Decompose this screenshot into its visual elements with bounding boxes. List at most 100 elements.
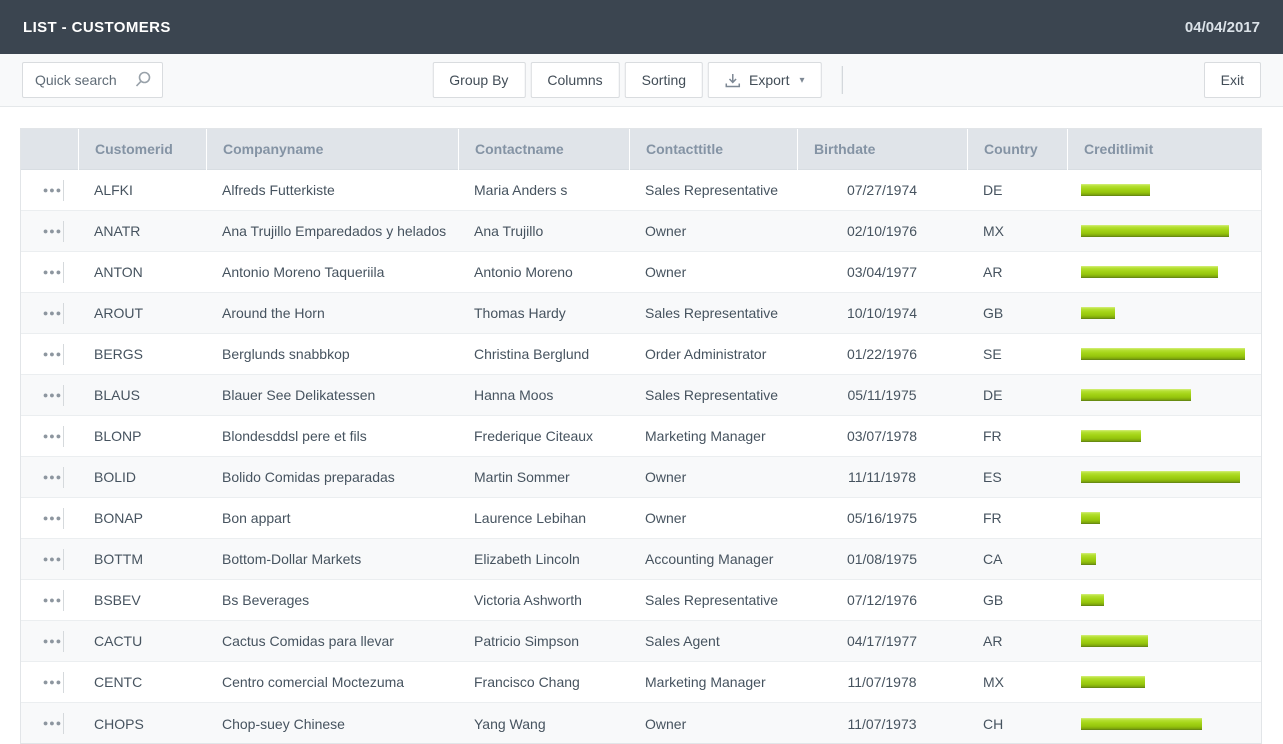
table-row[interactable]: ●●● BSBEV Bs Beverages Victoria Ashworth…	[21, 580, 1261, 621]
row-menu-icon[interactable]: ●●●	[39, 508, 66, 529]
cell-customerid: AROUT	[78, 305, 206, 321]
cell-companyname: Centro comercial Moctezuma	[206, 674, 458, 690]
credit-limit-bar	[1081, 389, 1191, 401]
row-menu-icon[interactable]: ●●●	[39, 303, 66, 324]
cell-country: SE	[967, 346, 1067, 362]
table-row[interactable]: ●●● CACTU Cactus Comidas para llevar Pat…	[21, 621, 1261, 662]
cell-contactname: Ana Trujillo	[458, 223, 629, 239]
table-row[interactable]: ●●● CHOPS Chop-suey Chinese Yang Wang Ow…	[21, 703, 1261, 744]
cell-contacttitle: Owner	[629, 223, 797, 239]
row-menu-cell: ●●●	[21, 252, 78, 292]
group-by-button[interactable]: Group By	[432, 62, 525, 98]
cell-contacttitle: Sales Representative	[629, 305, 797, 321]
row-menu-icon[interactable]: ●●●	[39, 549, 66, 570]
row-menu-icon[interactable]: ●●●	[39, 344, 66, 365]
row-menu-icon[interactable]: ●●●	[39, 385, 66, 406]
table-row[interactable]: ●●● BOTTM Bottom-Dollar Markets Elizabet…	[21, 539, 1261, 580]
table-row[interactable]: ●●● CENTC Centro comercial Moctezuma Fra…	[21, 662, 1261, 703]
cell-contactname: Antonio Moreno	[458, 264, 629, 280]
table-body: ●●● ALFKI Alfreds Futterkiste Maria Ande…	[21, 170, 1261, 744]
column-header-companyname[interactable]: Companyname	[206, 129, 458, 170]
column-header-contactname[interactable]: Contactname	[458, 129, 629, 170]
cell-contacttitle: Accounting Manager	[629, 551, 797, 567]
cell-companyname: Blauer See Delikatessen	[206, 387, 458, 403]
table-row[interactable]: ●●● ANATR Ana Trujillo Emparedados y hel…	[21, 211, 1261, 252]
toolbar-divider	[842, 66, 843, 94]
table-row[interactable]: ●●● ALFKI Alfreds Futterkiste Maria Ande…	[21, 170, 1261, 211]
columns-label: Columns	[547, 72, 602, 88]
column-header-creditlimit[interactable]: Creditlimit	[1067, 129, 1261, 170]
row-menu-icon[interactable]: ●●●	[39, 221, 66, 242]
cell-contacttitle: Owner	[629, 264, 797, 280]
column-header-menu	[21, 129, 78, 170]
columns-button[interactable]: Columns	[530, 62, 619, 98]
cell-companyname: Ana Trujillo Emparedados y helados	[206, 223, 458, 239]
credit-limit-bar	[1081, 471, 1240, 483]
cell-birthdate: 03/04/1977	[797, 264, 967, 280]
row-menu-icon[interactable]: ●●●	[39, 631, 66, 652]
cell-creditlimit	[1067, 348, 1261, 360]
cell-customerid: BSBEV	[78, 592, 206, 608]
row-menu-icon[interactable]: ●●●	[39, 672, 66, 693]
cell-contactname: Victoria Ashworth	[458, 592, 629, 608]
table-row[interactable]: ●●● BONAP Bon appart Laurence Lebihan Ow…	[21, 498, 1261, 539]
row-menu-icon[interactable]: ●●●	[39, 590, 66, 611]
row-menu-cell: ●●●	[21, 498, 78, 538]
cell-contactname: Frederique Citeaux	[458, 428, 629, 444]
cell-country: GB	[967, 592, 1067, 608]
cell-customerid: BOLID	[78, 469, 206, 485]
row-menu-icon[interactable]: ●●●	[39, 426, 66, 447]
table-row[interactable]: ●●● BOLID Bolido Comidas preparadas Mart…	[21, 457, 1261, 498]
cell-creditlimit	[1067, 553, 1261, 565]
cell-creditlimit	[1067, 184, 1261, 196]
table-row[interactable]: ●●● BLAUS Blauer See Delikatessen Hanna …	[21, 375, 1261, 416]
exit-button[interactable]: Exit	[1204, 62, 1261, 98]
cell-customerid: ANATR	[78, 223, 206, 239]
toolbar-center-group: Group By Columns Sorting Export ▾	[432, 62, 842, 98]
search-icon[interactable]	[135, 71, 152, 88]
row-menu-cell: ●●●	[21, 662, 78, 702]
row-menu-icon[interactable]: ●●●	[39, 467, 66, 488]
export-button[interactable]: Export ▾	[708, 62, 822, 98]
cell-contactname: Christina Berglund	[458, 346, 629, 362]
table-row[interactable]: ●●● ANTON Antonio Moreno Taqueriila Anto…	[21, 252, 1261, 293]
exit-label: Exit	[1221, 72, 1244, 88]
cell-customerid: BONAP	[78, 510, 206, 526]
cell-contacttitle: Owner	[629, 716, 797, 732]
cell-companyname: Antonio Moreno Taqueriila	[206, 264, 458, 280]
cell-creditlimit	[1067, 594, 1261, 606]
toolbar: Group By Columns Sorting Export ▾ Exit	[0, 54, 1283, 107]
row-menu-cell: ●●●	[21, 703, 78, 744]
credit-limit-bar	[1081, 225, 1229, 237]
row-menu-icon[interactable]: ●●●	[39, 713, 66, 734]
cell-creditlimit	[1067, 389, 1261, 401]
cell-contactname: Elizabeth Lincoln	[458, 551, 629, 567]
cell-birthdate: 11/11/1978	[797, 469, 967, 485]
row-menu-icon[interactable]: ●●●	[39, 262, 66, 283]
table-row[interactable]: ●●● BERGS Berglunds snabbkop Christina B…	[21, 334, 1261, 375]
quick-search	[22, 62, 163, 98]
export-label: Export	[749, 72, 789, 88]
column-header-customerid[interactable]: Customerid	[78, 129, 206, 170]
cell-contacttitle: Marketing Manager	[629, 674, 797, 690]
cell-country: DE	[967, 182, 1067, 198]
cell-birthdate: 04/17/1977	[797, 633, 967, 649]
cell-country: AR	[967, 264, 1067, 280]
cell-birthdate: 01/22/1976	[797, 346, 967, 362]
row-menu-cell: ●●●	[21, 170, 78, 210]
credit-limit-bar	[1081, 348, 1245, 360]
cell-customerid: BOTTM	[78, 551, 206, 567]
cell-country: CA	[967, 551, 1067, 567]
sorting-button[interactable]: Sorting	[625, 62, 703, 98]
row-menu-icon[interactable]: ●●●	[39, 180, 66, 201]
cell-customerid: CENTC	[78, 674, 206, 690]
column-header-birthdate[interactable]: Birthdate	[797, 129, 967, 170]
cell-companyname: Bon appart	[206, 510, 458, 526]
column-header-contacttitle[interactable]: Contacttitle	[629, 129, 797, 170]
cell-contactname: Francisco Chang	[458, 674, 629, 690]
column-header-country[interactable]: Country	[967, 129, 1067, 170]
table-row[interactable]: ●●● BLONP Blondesddsl pere et fils Frede…	[21, 416, 1261, 457]
cell-companyname: Bs Beverages	[206, 592, 458, 608]
caret-down-icon: ▾	[799, 75, 804, 86]
table-row[interactable]: ●●● AROUT Around the Horn Thomas Hardy S…	[21, 293, 1261, 334]
